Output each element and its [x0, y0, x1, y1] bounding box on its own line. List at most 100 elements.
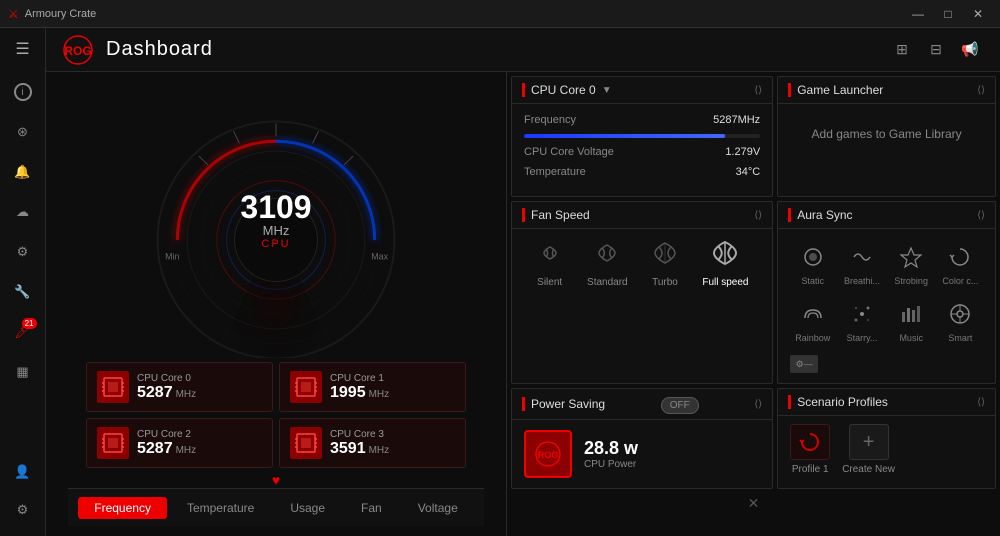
aura-static-icon — [797, 241, 829, 273]
aura-settings-btn[interactable]: ⚙— — [790, 355, 818, 373]
list-view-button[interactable]: ⊞ — [888, 36, 916, 64]
svg-text:ROG: ROG — [64, 44, 91, 58]
hamburger-button[interactable]: ☰ — [8, 34, 38, 64]
aura-expand[interactable]: ⟨⟩ — [977, 210, 985, 221]
sidebar-item-profile[interactable]: 👤 — [5, 454, 41, 490]
aura-starry[interactable]: Starry... — [839, 294, 884, 347]
tab-voltage[interactable]: Voltage — [402, 497, 474, 519]
core-3-icon — [290, 427, 322, 459]
core-card-2: CPU Core 2 5287 MHz — [86, 418, 273, 468]
heart-icon: ♥ — [272, 472, 280, 488]
aura-widget: Aura Sync ⟨⟩ — [777, 201, 996, 384]
scenario-widget-header: Scenario Profiles ⟨⟩ — [778, 389, 995, 416]
list-icon: ⊞ — [896, 41, 908, 58]
profile-1-icon — [790, 424, 830, 460]
core-1-icon — [290, 371, 322, 403]
cpu-widget-body: Frequency 5287MHz CPU Core Voltage 1.279… — [512, 104, 772, 196]
bottom-row: Power Saving OFF ⟨⟩ ROG — [511, 388, 996, 489]
aura-smart[interactable]: Smart — [938, 294, 983, 347]
sidebar-bottom: 👤 ⚙ — [5, 452, 41, 530]
tab-frequency[interactable]: Frequency — [78, 497, 167, 519]
core-2-icon — [97, 427, 129, 459]
aura-strobing[interactable]: Strobing — [889, 237, 934, 290]
cpu-expand[interactable]: ⟨⟩ — [754, 85, 762, 96]
profile-1-label: Profile 1 — [792, 464, 829, 475]
game-launcher-header: Game Launcher ⟨⟩ — [778, 77, 995, 104]
core-1-unit: MHz — [369, 389, 390, 400]
tab-temperature[interactable]: Temperature — [171, 497, 270, 519]
fan-silent-label: Silent — [537, 277, 562, 288]
core-0-info: CPU Core 0 5287 MHz — [137, 373, 262, 402]
aura-settings-row: ⚙— — [790, 353, 983, 375]
power-widget: Power Saving OFF ⟨⟩ ROG — [511, 388, 773, 489]
close-button[interactable]: ✕ — [964, 0, 992, 28]
sidebar-item-settings[interactable]: ⚙ — [5, 234, 41, 270]
fan-silent[interactable]: Silent — [536, 239, 564, 288]
sidebar-item-aura[interactable]: ⊛ — [5, 114, 41, 150]
fan-fullspeed-icon — [711, 239, 739, 273]
fan-turbo-label: Turbo — [652, 277, 678, 288]
game-add-text[interactable]: Add games to Game Library — [812, 127, 962, 141]
aura-breathing[interactable]: Breathi... — [839, 237, 884, 290]
tools-icon: 🔧 — [14, 284, 30, 300]
gauge-unit: MHz — [240, 223, 311, 238]
gauge-value: 3109 — [240, 191, 311, 223]
heart-indicator: ♥ — [272, 472, 280, 488]
aura-strobing-icon — [895, 241, 927, 273]
aura-music-label: Music — [899, 333, 923, 343]
aura-rainbow-label: Rainbow — [795, 333, 830, 343]
cores-grid: CPU Core 0 5287 MHz — [86, 362, 466, 468]
minimize-button[interactable]: — — [904, 0, 932, 28]
fan-fullspeed-label: Full speed — [702, 277, 748, 288]
power-widget-title: Power Saving — [531, 397, 605, 411]
sidebar-item-cloud[interactable]: ☁ — [5, 194, 41, 230]
core-3-info: CPU Core 3 3591 MHz — [330, 429, 455, 458]
scenario-expand[interactable]: ⟨⟩ — [977, 397, 985, 408]
maximize-button[interactable]: □ — [934, 0, 962, 28]
svg-text:Max: Max — [371, 252, 388, 262]
tab-usage[interactable]: Usage — [274, 497, 341, 519]
freq-value: 5287MHz — [713, 114, 760, 126]
power-toggle[interactable]: OFF — [661, 395, 699, 413]
game-widget-body: Add games to Game Library — [778, 104, 995, 164]
sidebar-item-plugins[interactable]: 🖊 21 — [5, 314, 41, 350]
fan-expand[interactable]: ⟨⟩ — [754, 210, 762, 221]
sidebar-item-info[interactable]: i — [5, 74, 41, 110]
temp-row: Temperature 34°C — [524, 166, 760, 178]
cpu-widget-header: CPU Core 0 ▼ ⟨⟩ — [512, 77, 772, 104]
create-new-profile[interactable]: + Create New — [842, 424, 895, 475]
sidebar-item-alerts[interactable]: 🔔 — [5, 154, 41, 190]
sidebar-item-keyboard[interactable]: ▦ — [5, 354, 41, 390]
sidebar-item-tools[interactable]: 🔧 — [5, 274, 41, 310]
power-widget-header: Power Saving OFF ⟨⟩ — [512, 389, 772, 420]
profile-1[interactable]: Profile 1 — [790, 424, 830, 475]
sidebar-item-settings-bottom[interactable]: ⚙ — [5, 492, 41, 528]
aura-rainbow[interactable]: Rainbow — [790, 294, 835, 347]
tab-fan[interactable]: Fan — [345, 497, 398, 519]
aura-static[interactable]: Static — [790, 237, 835, 290]
fan-standard[interactable]: Standard — [587, 239, 628, 288]
grid-view-button[interactable]: ⊟ — [922, 36, 950, 64]
gauge-container: Min Max 3109 MHz CPU — [116, 82, 436, 358]
temp-label: Temperature — [524, 166, 586, 178]
toggle-off-label[interactable]: OFF — [661, 397, 699, 414]
cpu-dropdown[interactable]: ▼ — [602, 85, 612, 96]
aura-strobing-label: Strobing — [894, 276, 928, 286]
game-expand[interactable]: ⟨⟩ — [977, 85, 985, 96]
power-info: 28.8 w CPU Power — [584, 438, 760, 470]
game-launcher-title: Game Launcher — [797, 83, 883, 97]
close-indicator[interactable]: ✕ — [748, 495, 760, 512]
alerts-icon: 🔔 — [14, 164, 30, 180]
fan-turbo[interactable]: Turbo — [651, 239, 679, 288]
fan-fullspeed[interactable]: Full speed — [702, 239, 748, 288]
aura-music[interactable]: Music — [889, 294, 934, 347]
header: ROG Dashboard ⊞ ⊟ 📢 — [46, 28, 1000, 72]
bottom-close: ✕ — [511, 493, 996, 513]
notification-button[interactable]: 📢 — [956, 36, 984, 64]
aura-colorcycle[interactable]: Color c... — [938, 237, 983, 290]
core-0-name: CPU Core 0 — [137, 373, 262, 384]
power-expand[interactable]: ⟨⟩ — [754, 399, 762, 410]
fan-turbo-icon — [651, 239, 679, 273]
power-value: 28.8 w — [584, 438, 760, 459]
fan-widget-title: Fan Speed — [531, 208, 590, 222]
